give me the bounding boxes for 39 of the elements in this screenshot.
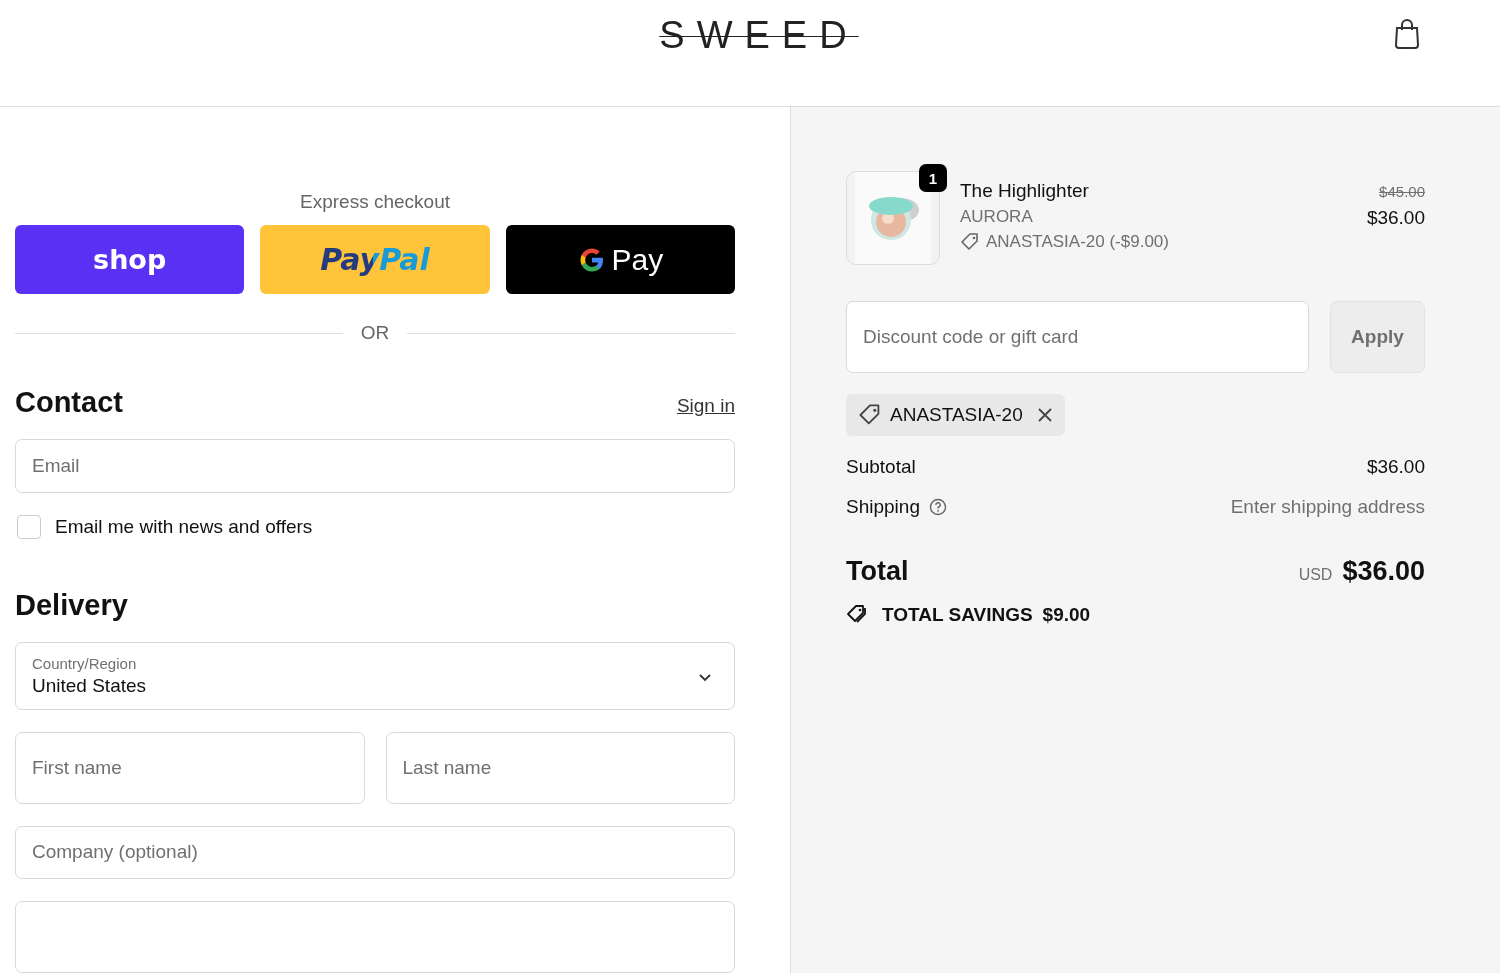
product-price: $36.00 xyxy=(1366,207,1425,229)
company-field[interactable]: Company (optional) xyxy=(15,825,735,879)
discount-code-field[interactable]: Discount code or gift card xyxy=(846,301,1309,373)
sign-in-link[interactable]: Sign in xyxy=(676,395,735,417)
chevron-down-icon xyxy=(698,672,712,683)
shipping-value: Enter shipping address xyxy=(1230,496,1425,518)
shipping-label: Shipping xyxy=(846,496,920,518)
subtotal-value: $36.00 xyxy=(1366,456,1425,478)
discount-code: ANASTASIA-20 xyxy=(890,404,1023,426)
currency-code: USD xyxy=(1298,566,1333,584)
tag-icon xyxy=(858,403,882,427)
gpay-pay-button[interactable]: Pay xyxy=(505,225,735,294)
help-icon[interactable] xyxy=(928,498,947,516)
total-savings-label: TOTAL SAVINGS xyxy=(882,604,1033,626)
total-label: Total xyxy=(846,556,909,587)
subtotal-label: Subtotal xyxy=(846,456,916,478)
tag-icon xyxy=(960,232,980,252)
express-checkout-heading: Express checkout xyxy=(300,191,450,213)
last-name-field[interactable]: Last name xyxy=(385,731,735,804)
contact-heading: Contact xyxy=(15,386,123,419)
country-select[interactable]: Country/Region United States xyxy=(15,641,735,710)
total-savings-value: $9.00 xyxy=(1042,604,1091,626)
or-divider-text: OR xyxy=(360,322,390,344)
address-field[interactable] xyxy=(15,901,735,973)
delivery-heading: Delivery xyxy=(15,588,129,622)
close-icon[interactable] xyxy=(1036,407,1053,423)
quantity-badge: 1 xyxy=(919,164,947,192)
product-variant: AURORA xyxy=(960,207,1034,227)
shopping-bag-icon[interactable] xyxy=(1392,18,1422,50)
shop-pay-button[interactable]: shop xyxy=(15,225,245,294)
discount-applied-text: ANASTASIA-20 (-$9.00) xyxy=(986,232,1169,252)
original-price: $45.00 xyxy=(1379,183,1425,200)
logo[interactable]: SWEED xyxy=(641,14,859,57)
total-value: $36.00 xyxy=(1342,556,1425,587)
email-field[interactable]: Email xyxy=(15,439,735,493)
newsletter-checkbox[interactable] xyxy=(17,514,41,539)
newsletter-label: Email me with news and offers xyxy=(55,515,313,538)
first-name-field[interactable]: First name xyxy=(15,731,365,804)
product-name: The Highlighter xyxy=(960,180,1090,202)
